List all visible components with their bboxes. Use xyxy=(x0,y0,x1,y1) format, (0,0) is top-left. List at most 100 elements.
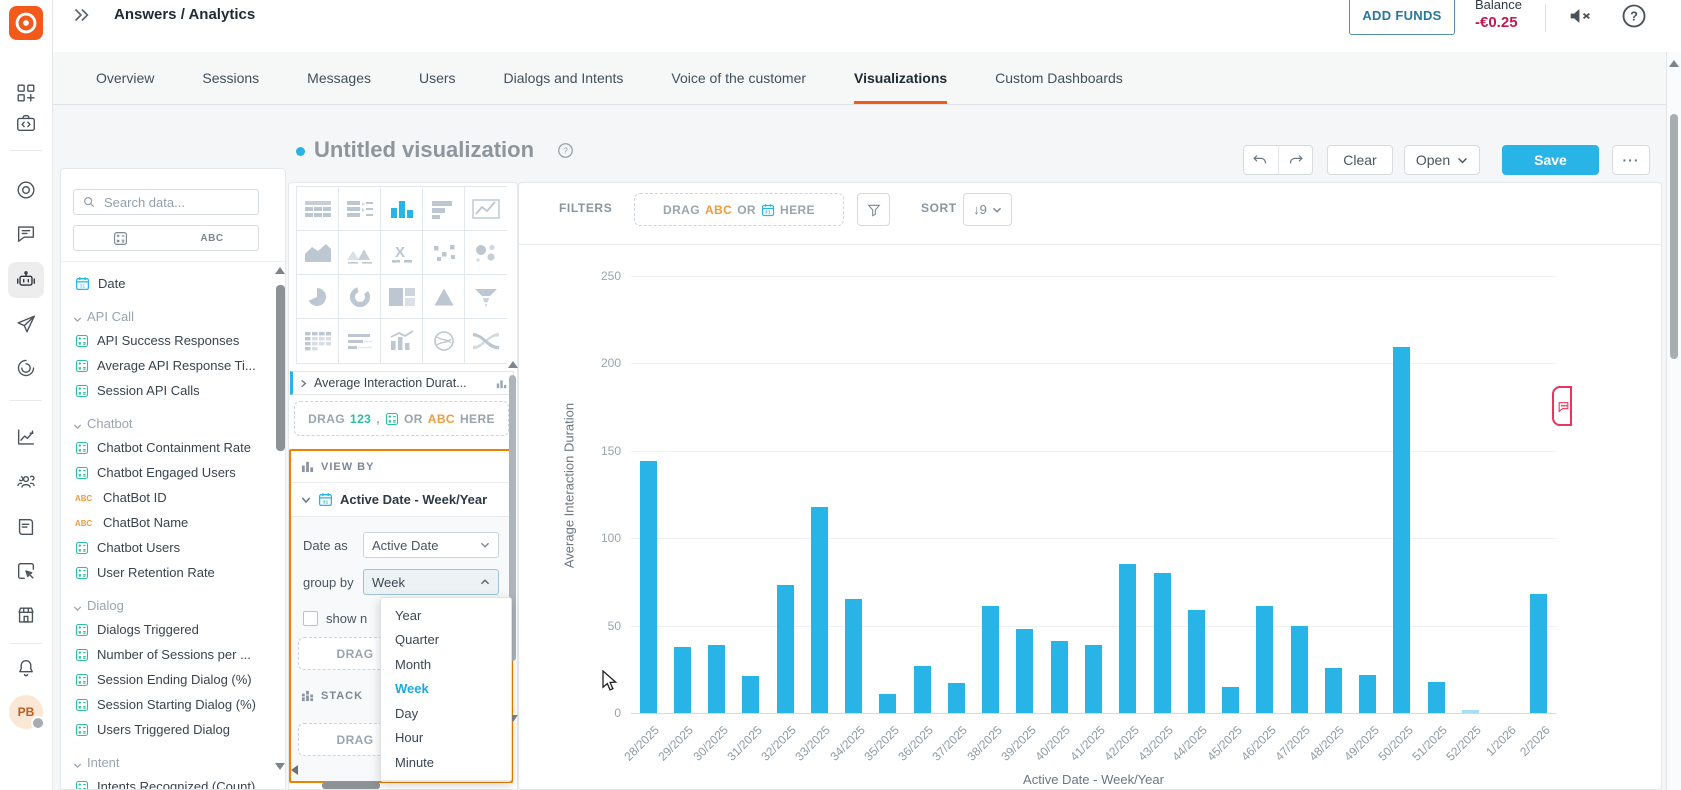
redo-button[interactable] xyxy=(1279,146,1313,174)
field-item-chatbot-users[interactable]: Chatbot Users xyxy=(61,535,271,560)
help-icon[interactable]: ? xyxy=(1620,2,1648,30)
field-group-dialog[interactable]: Dialog xyxy=(61,585,271,617)
field-item-chatbot-name[interactable]: ABC ChatBot Name xyxy=(61,510,271,535)
menu-item-year[interactable]: Year xyxy=(381,603,511,628)
scroll-down-icon[interactable] xyxy=(275,763,285,770)
date-as-select[interactable]: Active Date xyxy=(363,532,499,558)
menu-item-quarter[interactable]: Quarter xyxy=(381,628,511,653)
sidebar-robot-icon[interactable] xyxy=(8,262,44,298)
chart-type-area-chart-icon[interactable] xyxy=(297,231,339,275)
sidebar-cursor-box-icon[interactable] xyxy=(8,553,44,589)
chart-type-bar-chart-icon[interactable] xyxy=(381,187,423,231)
field-item-intents-recognized-count-[interactable]: Intents Recognized (Count) xyxy=(61,774,271,789)
tab-custom-dashboards[interactable]: Custom Dashboards xyxy=(995,52,1123,104)
sidebar-expand-icon[interactable] xyxy=(70,4,92,26)
undo-button[interactable] xyxy=(1244,146,1279,174)
more-options-button[interactable]: ··· xyxy=(1612,145,1650,175)
save-button[interactable]: Save xyxy=(1502,145,1599,175)
sidebar-people-icon[interactable] xyxy=(8,464,44,500)
filter-text-toggle[interactable]: ABC xyxy=(166,225,259,251)
chart-type-scatter-x-icon[interactable]: X xyxy=(381,231,423,275)
tab-sessions[interactable]: Sessions xyxy=(202,52,259,104)
tab-messages[interactable]: Messages xyxy=(307,52,371,104)
page-scrollbar[interactable] xyxy=(1666,52,1681,790)
search-input[interactable] xyxy=(102,193,258,211)
show-checkbox-row[interactable]: show n xyxy=(303,611,367,626)
add-funds-button[interactable]: ADD FUNDS xyxy=(1349,0,1455,35)
field-group-intent[interactable]: Intent xyxy=(61,742,271,774)
chart-type-pyramid-icon[interactable] xyxy=(423,275,465,319)
field-group-chatbot[interactable]: Chatbot xyxy=(61,403,271,435)
tab-overview[interactable]: Overview xyxy=(96,52,154,104)
title-help-icon[interactable]: ? xyxy=(557,142,574,159)
field-item-user-retention-rate[interactable]: User Retention Rate xyxy=(61,560,271,585)
scroll-left-icon[interactable] xyxy=(291,765,298,775)
chart-type-chord-icon[interactable] xyxy=(423,319,465,363)
tab-dialogs-and-intents[interactable]: Dialogs and Intents xyxy=(504,52,624,104)
chart-type-table-icon[interactable] xyxy=(297,187,339,231)
field-item-session-api-calls[interactable]: Session API Calls xyxy=(61,378,271,403)
chart-type-pivot-table-icon[interactable] xyxy=(297,319,339,363)
scrollbar-thumb[interactable] xyxy=(276,285,285,451)
sidebar-chat-bubble-icon[interactable] xyxy=(8,215,44,251)
feedback-chat-tab[interactable] xyxy=(1552,386,1572,426)
field-item-chatbot-engaged-users[interactable]: Chatbot Engaged Users xyxy=(61,460,271,485)
chart-type-treemap-icon[interactable] xyxy=(381,275,423,319)
chart-type-combo-chart-icon[interactable] xyxy=(381,319,423,363)
chart-type-progress-bars-icon[interactable] xyxy=(339,319,381,363)
chart-type-funnel-icon[interactable] xyxy=(465,275,507,319)
scroll-up-icon[interactable] xyxy=(275,267,285,274)
field-item-api-success-responses[interactable]: API Success Responses xyxy=(61,328,271,353)
chart-type-pie-chart-icon[interactable] xyxy=(297,275,339,319)
sidebar-storefront-icon[interactable] xyxy=(8,597,44,633)
tab-users[interactable]: Users xyxy=(419,52,456,104)
infobip-logo-icon[interactable] xyxy=(9,6,43,40)
group-by-select[interactable]: Week xyxy=(363,569,499,595)
field-item-dialogs-triggered[interactable]: Dialogs Triggered xyxy=(61,617,271,642)
field-item-number-of-sessions-per-[interactable]: Number of Sessions per ... xyxy=(61,642,271,667)
field-group-api-call[interactable]: API Call xyxy=(61,296,271,328)
metric-chip[interactable]: Average Interaction Durat... xyxy=(290,371,514,395)
field-item-chatbot-containment-rate[interactable]: Chatbot Containment Rate xyxy=(61,435,271,460)
menu-item-hour[interactable]: Hour xyxy=(381,726,511,751)
filter-numeric-toggle[interactable] xyxy=(73,225,167,251)
menu-item-day[interactable]: Day xyxy=(381,701,511,726)
filters-drop-zone[interactable]: DRAG ABC OR 31 HERE xyxy=(634,193,844,226)
sidebar-target-icon[interactable] xyxy=(8,172,44,208)
filter-funnel-button[interactable] xyxy=(857,193,890,226)
field-item-average-api-response-ti-[interactable]: Average API Response Ti... xyxy=(61,353,271,378)
horizontal-scrollbar-thumb[interactable] xyxy=(322,782,380,789)
tab-voice-of-the-customer[interactable]: Voice of the customer xyxy=(671,52,806,104)
sidebar-book-icon[interactable] xyxy=(8,509,44,545)
chart-type-scatter-plot-icon[interactable] xyxy=(423,231,465,275)
mute-speaker-icon[interactable] xyxy=(1566,2,1594,30)
field-item-session-starting-dialog-[interactable]: Session Starting Dialog (%) xyxy=(61,692,271,717)
sidebar-chart-line-icon[interactable] xyxy=(8,419,44,455)
field-item-users-triggered-dialog[interactable]: Users Triggered Dialog xyxy=(61,717,271,742)
menu-item-minute[interactable]: Minute xyxy=(381,750,511,775)
chart-type-horizontal-bar-icon[interactable] xyxy=(423,187,465,231)
chart-type-bubble-chart-icon[interactable] xyxy=(465,231,507,275)
breadcrumb[interactable]: Answers / Analytics xyxy=(114,6,255,23)
clear-button[interactable]: Clear xyxy=(1327,145,1393,175)
sort-select[interactable]: ↓9 xyxy=(963,193,1012,226)
menu-item-week[interactable]: Week xyxy=(381,677,511,702)
view-by-field-row[interactable]: 31 Active Date - Week/Year xyxy=(291,482,511,517)
sidebar-bell-icon[interactable] xyxy=(8,650,44,686)
field-item-chatbot-id[interactable]: ABC ChatBot ID xyxy=(61,485,271,510)
tab-visualizations[interactable]: Visualizations xyxy=(854,52,948,104)
chart-type-sankey-icon[interactable] xyxy=(465,319,507,363)
scroll-up-icon[interactable] xyxy=(508,361,518,368)
menu-item-month[interactable]: Month xyxy=(381,652,511,677)
avatar[interactable]: PB xyxy=(9,695,45,730)
sidebar-swirl-icon[interactable] xyxy=(8,350,44,386)
metric-drop-zone[interactable]: DRAG 123 , OR ABC HERE xyxy=(294,401,509,436)
checkbox[interactable] xyxy=(303,611,318,626)
open-button[interactable]: Open xyxy=(1404,145,1480,175)
field-item-session-ending-dialog-[interactable]: Session Ending Dialog (%) xyxy=(61,667,271,692)
sidebar-paper-plane-icon[interactable] xyxy=(8,306,44,342)
field-item-date[interactable]: 31 Date xyxy=(61,271,271,296)
chart-type-donut-chart-icon[interactable] xyxy=(339,275,381,319)
chart-type-table-summary-icon[interactable] xyxy=(339,187,381,231)
chart-type-line-area-icon[interactable] xyxy=(339,231,381,275)
